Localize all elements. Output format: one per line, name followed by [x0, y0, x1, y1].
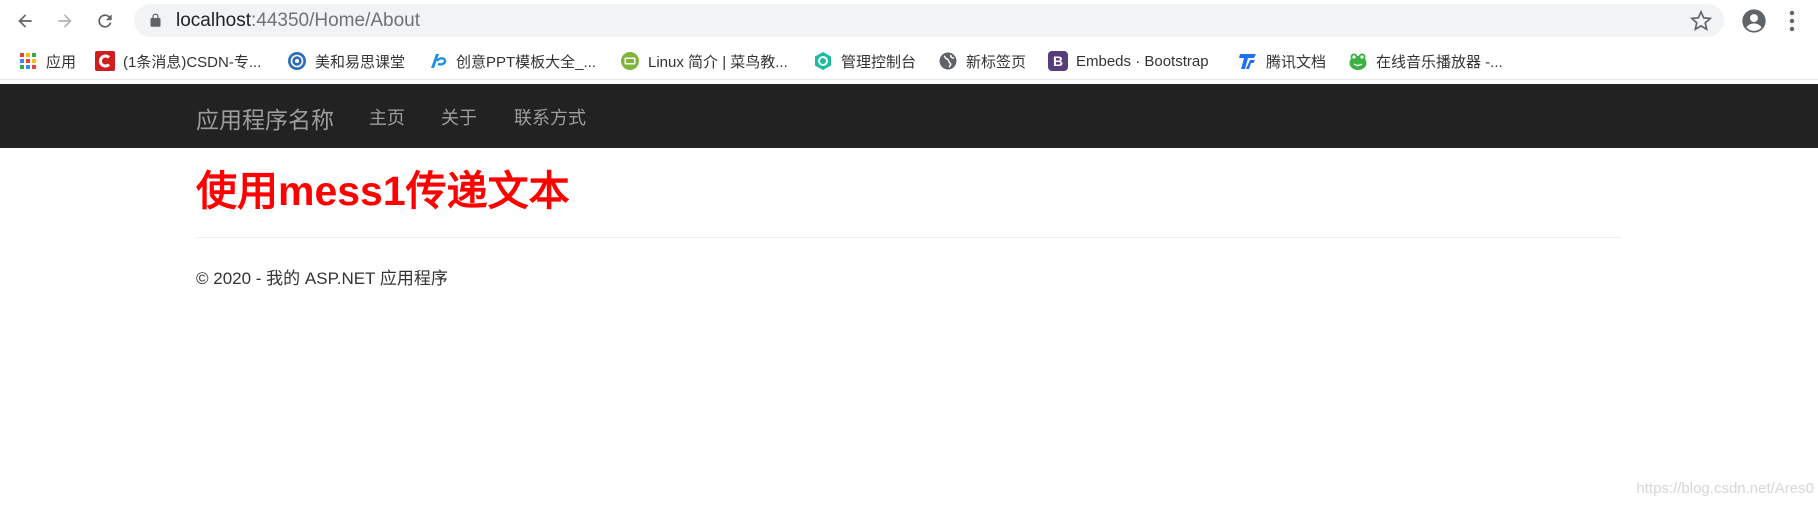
bookmark-label: 在线音乐播放器 -... — [1376, 53, 1503, 71]
site-navbar: 应用程序名称 主页 关于 联系方式 — [0, 84, 1818, 148]
bookmark-console[interactable]: 管理控制台 — [813, 42, 916, 80]
bookmark-label: 腾讯文档 — [1266, 53, 1327, 71]
star-icon[interactable] — [1690, 10, 1712, 32]
bookmarks-bar: 应用 (1条消息)CSDN-专... 美和易思课堂 创意PPT模板大全_... … — [0, 42, 1818, 80]
bookmark-label: Linux 简介 | 菜鸟教... — [648, 53, 788, 71]
nav-link-about[interactable]: 关于 — [441, 104, 477, 130]
menu-icon[interactable] — [1782, 7, 1802, 35]
bookmark-new-tab[interactable]: 新标签页 — [938, 42, 1026, 80]
bookmark-label: Embeds · Bootstrap — [1076, 52, 1209, 70]
bootstrap-icon: B — [1048, 51, 1068, 71]
bookmark-csdn[interactable]: (1条消息)CSDN-专... — [95, 42, 261, 80]
url-path: :44350/Home/About — [251, 10, 421, 31]
back-icon — [18, 14, 32, 28]
watermark: https://blog.csdn.net/Ares0 — [1636, 480, 1814, 497]
bookmark-label: 管理控制台 — [841, 53, 917, 71]
reload-button[interactable] — [90, 6, 120, 36]
url-host: localhost — [176, 10, 251, 31]
bookmark-ppt[interactable]: 创意PPT模板大全_... — [428, 42, 596, 80]
bookmark-music-player[interactable]: 在线音乐播放器 -... — [1348, 42, 1503, 80]
bookmark-bootstrap[interactable]: B Embeds · Bootstrap — [1048, 42, 1209, 80]
nav-link-home[interactable]: 主页 — [369, 104, 405, 130]
reload-icon — [98, 14, 112, 28]
bookmark-meihe[interactable]: 美和易思课堂 — [287, 42, 405, 80]
bookmark-label: 美和易思课堂 — [315, 53, 406, 71]
brand-link[interactable]: 应用程序名称 — [196, 101, 334, 135]
bookmark-tencent-docs[interactable]: 腾讯文档 — [1238, 42, 1326, 80]
apps-grid-icon — [18, 51, 38, 71]
profile-icon[interactable] — [1740, 7, 1768, 35]
bookmark-label: 应用 — [46, 53, 77, 71]
forward-icon — [58, 14, 72, 28]
svg-text:B: B — [1053, 53, 1063, 69]
url-text[interactable]: localhost:44350/Home/About — [176, 11, 420, 31]
globe-icon — [938, 51, 958, 71]
address-bar[interactable]: localhost:44350/Home/About — [134, 4, 1724, 37]
tencent-docs-icon — [1238, 51, 1258, 71]
bookmark-label: 创意PPT模板大全_... — [456, 53, 597, 71]
console-icon — [813, 51, 833, 71]
globe-badge-icon — [287, 51, 307, 71]
frog-icon — [1348, 51, 1368, 71]
browser-toolbar: localhost:44350/Home/About — [0, 0, 1818, 42]
bookmark-runoob[interactable]: Linux 简介 | 菜鸟教... — [620, 42, 788, 80]
bookmark-label: 新标签页 — [966, 53, 1027, 71]
bookmark-apps[interactable]: 应用 — [18, 42, 76, 80]
ppt-icon — [428, 51, 448, 71]
lock-icon — [150, 13, 161, 27]
csdn-icon — [95, 51, 115, 71]
forward-button[interactable] — [50, 6, 80, 36]
page-footer: © 2020 - 我的 ASP.NET 应用程序 — [196, 269, 448, 288]
bookmark-label: (1条消息)CSDN-专... — [123, 53, 262, 71]
page-heading: 使用mess1传递文本 — [196, 168, 570, 214]
back-button[interactable] — [10, 6, 40, 36]
runoob-icon — [620, 51, 640, 71]
nav-link-contact[interactable]: 联系方式 — [514, 104, 586, 130]
footer-divider — [196, 237, 1622, 238]
